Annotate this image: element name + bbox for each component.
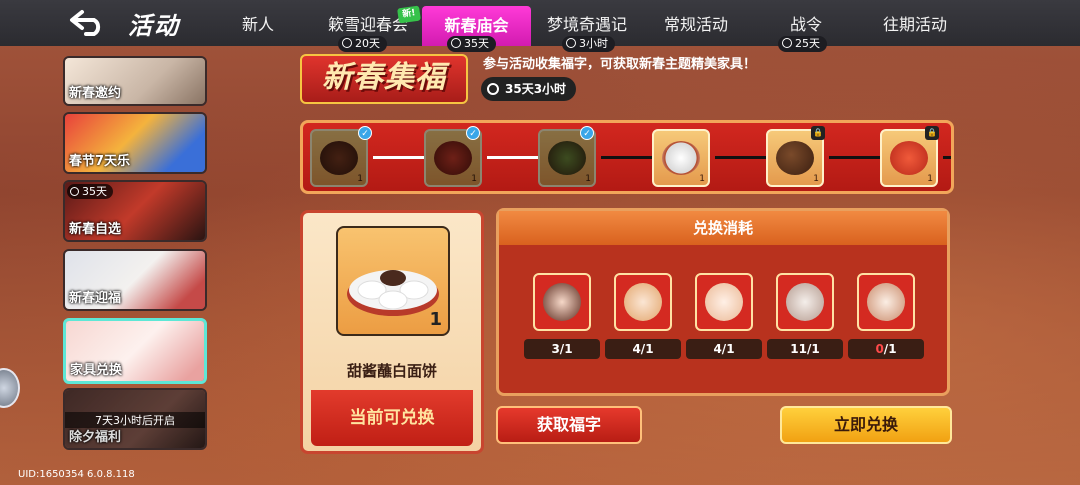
clock-icon: [566, 38, 576, 48]
page-title: 活动: [128, 12, 180, 40]
fu-card-item[interactable]: [776, 273, 834, 331]
fu-character-icon: [705, 283, 743, 321]
fu-character-icon: [867, 283, 905, 321]
progress-link: [829, 156, 881, 159]
tab-timer-dream-adventure: 3小时: [562, 36, 615, 52]
tab-new-player[interactable]: 新人: [236, 10, 280, 40]
cost-count: 4/1: [605, 339, 681, 359]
lock-icon: 🔒: [925, 126, 939, 140]
exchange-cost-panel: 兑换消耗 3/1 4/1 4/1 11/1 0/1: [496, 208, 950, 396]
pot-dish-icon: [320, 141, 358, 175]
clock-icon: [451, 38, 461, 48]
checkmark-icon: ✓: [466, 126, 480, 140]
reward-item-slot[interactable]: 1: [336, 226, 450, 336]
event-description: 参与活动收集福字，可获取新春主题精美家具！: [483, 57, 757, 72]
crab-icon: [890, 141, 928, 175]
fu-card-item[interactable]: [695, 273, 753, 331]
progress-link: [601, 156, 653, 159]
reward-node[interactable]: 1 🔒: [766, 126, 825, 187]
sidebar-item-spring-invite[interactable]: 新春邀约: [63, 56, 207, 106]
cost-count: 0/1: [848, 339, 924, 359]
lock-icon: 🔒: [811, 126, 825, 140]
cost-header: 兑换消耗: [499, 211, 947, 245]
clock-icon: [342, 38, 352, 48]
reward-card: 1 甜酱蘸白面饼 当前可兑换: [300, 210, 484, 454]
back-button[interactable]: [68, 8, 112, 38]
fu-card-item[interactable]: [533, 273, 591, 331]
reward-node[interactable]: 1: [652, 129, 710, 187]
fu-card-item[interactable]: [857, 273, 915, 331]
dumpling-plate-icon: [662, 141, 700, 175]
reward-progress-strip[interactable]: 1 ✓ 1 ✓ 1 ✓ 1 1 🔒 1 🔒: [300, 120, 954, 194]
sidebar-item-new-year-eve[interactable]: 7天3小时后开启 除夕福利: [63, 388, 207, 450]
tab-past-events[interactable]: 往期活动: [880, 10, 950, 40]
progress-link: [487, 156, 539, 159]
checkmark-icon: ✓: [358, 126, 372, 140]
tab-regular-events[interactable]: 常规活动: [662, 10, 730, 40]
fu-character-icon: [624, 283, 662, 321]
chestnut-icon: [776, 141, 814, 175]
progress-link: [943, 156, 951, 159]
sidebar-item-spring-pick[interactable]: 35天 新春自选: [63, 180, 207, 242]
tab-timer-snow-festival: 20天: [338, 36, 387, 52]
event-logo: 新春集福: [300, 54, 468, 104]
progress-link: [715, 156, 767, 159]
fu-character-icon: [786, 283, 824, 321]
fu-character-icon: [543, 283, 581, 321]
cost-count: 11/1: [767, 339, 843, 359]
sidebar-item-furniture-exchange[interactable]: 家具兑换: [63, 318, 207, 384]
hotpot-icon: [548, 141, 586, 175]
reward-status-banner: 当前可兑换: [311, 390, 473, 446]
progress-link: [373, 156, 425, 159]
new-badge: 新!: [397, 5, 421, 24]
reward-node[interactable]: 1 🔒: [880, 126, 939, 187]
get-fu-button[interactable]: 获取福字: [496, 406, 642, 444]
event-timer: 35天3小时: [481, 77, 577, 101]
clock-icon: [487, 83, 499, 95]
fu-card-item[interactable]: [614, 273, 672, 331]
top-bar: 活动 新人 簌雪迎春会 新! 新春庙会 梦境奇遇记 常规活动 战令 往期活动 2…: [0, 0, 1080, 52]
sidebar-item-spring-blessing[interactable]: 新春迎福: [63, 249, 207, 311]
exchange-now-button[interactable]: 立即兑换: [780, 406, 952, 444]
tab-timer-battle-pass: 25天: [778, 36, 827, 52]
tab-timer-spring-fair: 35天: [447, 36, 496, 52]
uid-label: UID:1650354 6.0.8.118: [18, 469, 135, 480]
lantern-drum-icon: [434, 141, 472, 175]
cost-count: 4/1: [686, 339, 762, 359]
back-arrow-icon: [70, 10, 101, 36]
reward-name: 甜酱蘸白面饼: [346, 362, 437, 380]
clock-icon: [782, 38, 792, 48]
clock-icon: [70, 187, 79, 196]
cost-count: 3/1: [524, 339, 600, 359]
sidebar-item-seven-days[interactable]: 春节7天乐: [63, 112, 207, 174]
checkmark-icon: ✓: [580, 126, 594, 140]
